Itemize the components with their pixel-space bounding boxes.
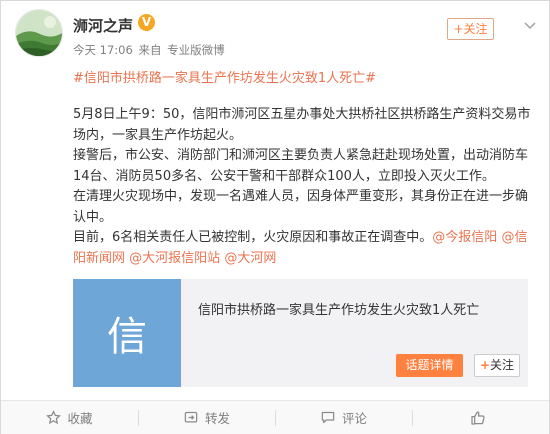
post-paragraph: 接警后，市公安、消防部门和浉河区主要负责人紧急赶赴现场处置，出动消防车14台、消…	[73, 148, 529, 184]
plus-icon: +	[479, 358, 491, 372]
mention-link[interactable]: @今报信阳	[432, 230, 497, 245]
source-prefix: 来自	[138, 43, 162, 57]
favorite-label: 收藏	[67, 411, 93, 426]
post-text: 5月8日上午9：50，信阳市浉河区五星办事处大拱桥社区拱桥路生产资料交易市场内，…	[73, 105, 533, 269]
thumbnail-char: 信	[107, 314, 147, 360]
topic-hashtag[interactable]: #信阳市拱桥路一家具生产作坊发生火灾致1人死亡#	[73, 67, 376, 86]
comment-button[interactable]: 评论	[275, 401, 412, 434]
post-meta: 今天 17:06 来自 专业版微博	[73, 42, 227, 58]
like-button[interactable]	[412, 401, 549, 434]
topic-follow-label: 关注	[490, 358, 515, 372]
repost-label: 转发	[204, 411, 230, 426]
star-icon	[46, 410, 62, 425]
post-paragraph: 5月8日上午9：50，信阳市浉河区五星办事处大拱桥社区拱桥路生产资料交易市场内，…	[73, 107, 531, 143]
favorite-button[interactable]: 收藏	[1, 401, 138, 434]
action-bar: 收藏 转发 评论	[1, 400, 549, 434]
weibo-card: 浉河之声 V 今天 17:06 来自 专业版微博 +关注 #信阳市拱桥路一家具生…	[0, 0, 550, 434]
avatar[interactable]	[15, 9, 63, 57]
repost-button[interactable]: 转发	[138, 401, 275, 434]
thumbs-up-icon	[470, 410, 485, 425]
verified-badge-icon: V	[138, 14, 155, 31]
comment-label: 评论	[341, 411, 367, 426]
post-paragraph: 在清理火灾现场中，发现一名遇难人员，因身体严重变形，其身份正在进一步确认中。	[73, 189, 529, 225]
topic-detail-button[interactable]: 话题详情	[396, 354, 463, 377]
repost-icon	[184, 411, 198, 423]
mention-link[interactable]: @大河报信阳站	[129, 251, 220, 266]
follow-button[interactable]: +关注	[447, 18, 494, 40]
post-time[interactable]: 今天 17:06	[73, 43, 133, 57]
chevron-down-icon[interactable]	[520, 18, 540, 34]
post-source[interactable]: 专业版微博	[167, 43, 225, 57]
post-paragraph-last: 目前，6名相关责任人已被控制，火灾原因和事故正在调查中。@今报信阳 @信阳新闻网…	[73, 230, 528, 266]
mention-link[interactable]: @大河网	[224, 251, 276, 266]
link-thumbnail: 信	[73, 279, 181, 387]
user-name[interactable]: 浉河之声	[73, 15, 133, 36]
link-card-title[interactable]: 信阳市拱桥路一家具生产作坊发生火灾致1人死亡	[198, 299, 479, 318]
topic-follow-button[interactable]: +关注	[474, 354, 520, 377]
comment-icon	[321, 411, 335, 424]
topic-link-card[interactable]: 信 信阳市拱桥路一家具生产作坊发生火灾致1人死亡 话题详情 +关注	[73, 279, 528, 387]
